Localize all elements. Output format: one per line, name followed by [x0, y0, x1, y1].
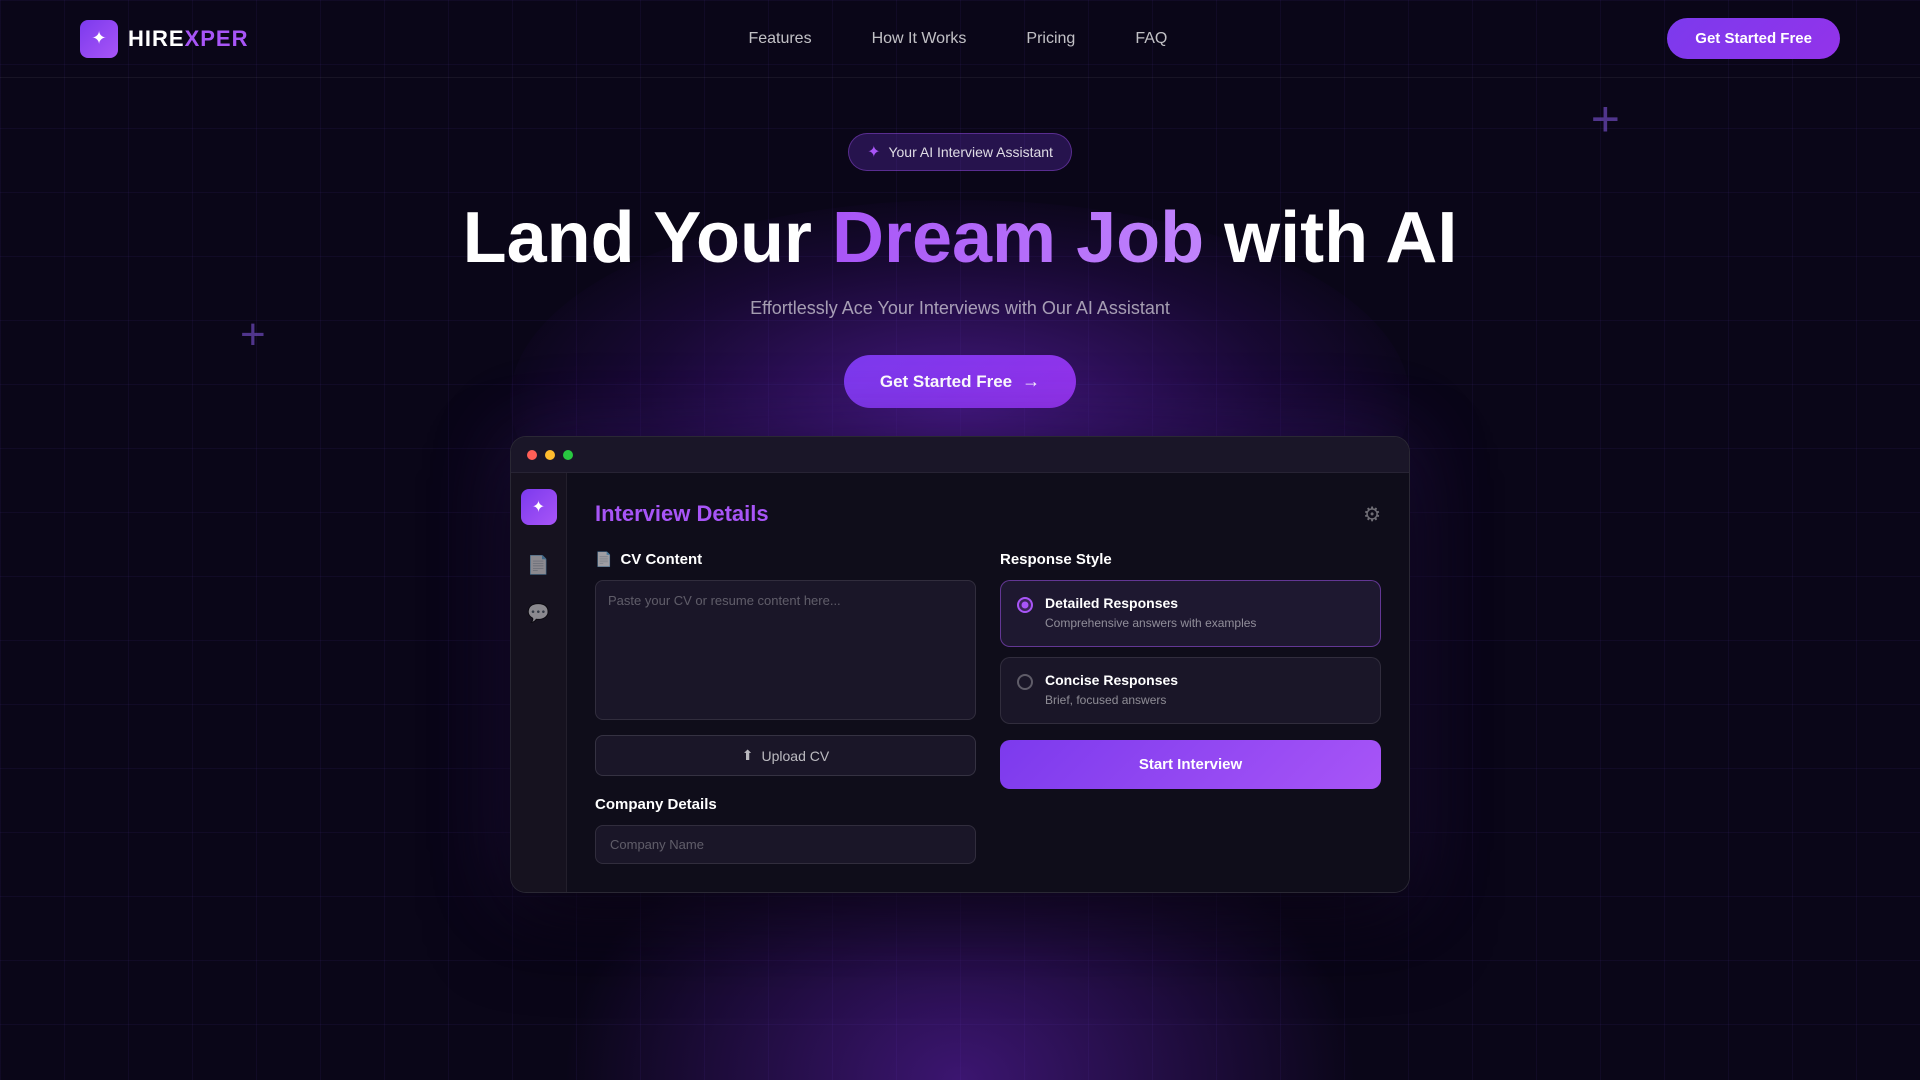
hero-subtext: Effortlessly Ace Your Interviews with Ou…: [0, 298, 1920, 319]
upload-icon: ⬆: [742, 747, 754, 764]
two-col-layout: 📄 CV Content ⬆ Upload CV Company Details: [595, 551, 1381, 864]
style-option-detailed[interactable]: Detailed Responses Comprehensive answers…: [1000, 580, 1381, 647]
nav-features[interactable]: Features: [748, 30, 811, 47]
cv-section-icon: 📄: [595, 551, 612, 568]
nav-how-it-works[interactable]: How It Works: [872, 30, 967, 47]
style-option-concise-description: Brief, focused answers: [1045, 693, 1166, 707]
cv-section-title: 📄 CV Content: [595, 551, 976, 568]
start-interview-button[interactable]: Start Interview: [1000, 740, 1381, 789]
upload-cv-button[interactable]: ⬆ Upload CV: [595, 735, 976, 776]
logo-icon: ✦: [80, 20, 118, 58]
style-option-detailed-text: Detailed Responses Comprehensive answers…: [1045, 595, 1256, 632]
hero-headline: Land Your Dream Job with AI: [0, 199, 1920, 278]
hero-section: ✦ Your AI Interview Assistant Land Your …: [0, 78, 1920, 408]
settings-icon[interactable]: ⚙: [1363, 502, 1381, 527]
sidebar-icon-chat[interactable]: 💬: [523, 597, 555, 629]
hero-cta-label: Get Started Free: [880, 372, 1012, 392]
radio-concise: [1017, 674, 1033, 690]
ai-badge-icon: ✦: [867, 142, 880, 162]
logo[interactable]: ✦ HIREXPER: [80, 20, 248, 58]
style-option-concise-text: Concise Responses Brief, focused answers: [1045, 672, 1178, 709]
main-panel: Interview Details ⚙ 📄 CV Content ⬆ Uploa…: [567, 473, 1409, 892]
style-option-detailed-description: Comprehensive answers with examples: [1045, 616, 1256, 630]
company-section-title: Company Details: [595, 796, 976, 813]
cv-textarea[interactable]: [595, 580, 976, 720]
style-option-concise[interactable]: Concise Responses Brief, focused answers: [1000, 657, 1381, 724]
nav-links: Features How It Works Pricing FAQ: [748, 30, 1167, 48]
nav-faq[interactable]: FAQ: [1135, 30, 1167, 47]
navbar: ✦ HIREXPER Features How It Works Pricing…: [0, 0, 1920, 78]
left-column: 📄 CV Content ⬆ Upload CV Company Details: [595, 551, 976, 864]
arrow-right-icon: →: [1022, 371, 1040, 392]
company-section: Company Details: [595, 796, 976, 864]
ai-badge-text: Your AI Interview Assistant: [888, 144, 1052, 160]
sidebar-logo-icon[interactable]: ✦: [521, 489, 557, 525]
window-bar: [511, 437, 1409, 473]
radio-detailed: [1017, 597, 1033, 613]
logo-text: HIREXPER: [128, 26, 248, 52]
panel-header: Interview Details ⚙: [595, 501, 1381, 527]
window-dot-red: [527, 450, 537, 460]
ai-badge: ✦ Your AI Interview Assistant: [848, 133, 1072, 171]
sidebar-icon-document[interactable]: 📄: [523, 549, 555, 581]
hero-cta-button[interactable]: Get Started Free →: [844, 355, 1076, 408]
window-dot-green: [563, 450, 573, 460]
cv-section-label: CV Content: [620, 551, 702, 568]
panel-title: Interview Details: [595, 501, 769, 527]
hero-headline-gradient: Dream Job: [832, 198, 1204, 278]
hero-headline-plain: Land Your: [463, 198, 832, 278]
app-window: ✦ 📄 💬 Interview Details ⚙ 📄 CV Content: [510, 436, 1410, 893]
nav-pricing[interactable]: Pricing: [1026, 30, 1075, 47]
style-option-detailed-label: Detailed Responses: [1045, 595, 1256, 611]
app-sidebar: ✦ 📄 💬: [511, 473, 567, 892]
response-style-title: Response Style: [1000, 551, 1381, 568]
style-option-concise-label: Concise Responses: [1045, 672, 1178, 688]
company-name-input[interactable]: [595, 825, 976, 864]
window-dot-yellow: [545, 450, 555, 460]
nav-cta-button[interactable]: Get Started Free: [1667, 18, 1840, 59]
upload-label: Upload CV: [762, 748, 830, 764]
right-column: Response Style Detailed Responses Compre…: [1000, 551, 1381, 864]
window-content: ✦ 📄 💬 Interview Details ⚙ 📄 CV Content: [511, 473, 1409, 892]
hero-headline-suffix: with AI: [1204, 198, 1457, 278]
company-section-label: Company Details: [595, 796, 717, 813]
